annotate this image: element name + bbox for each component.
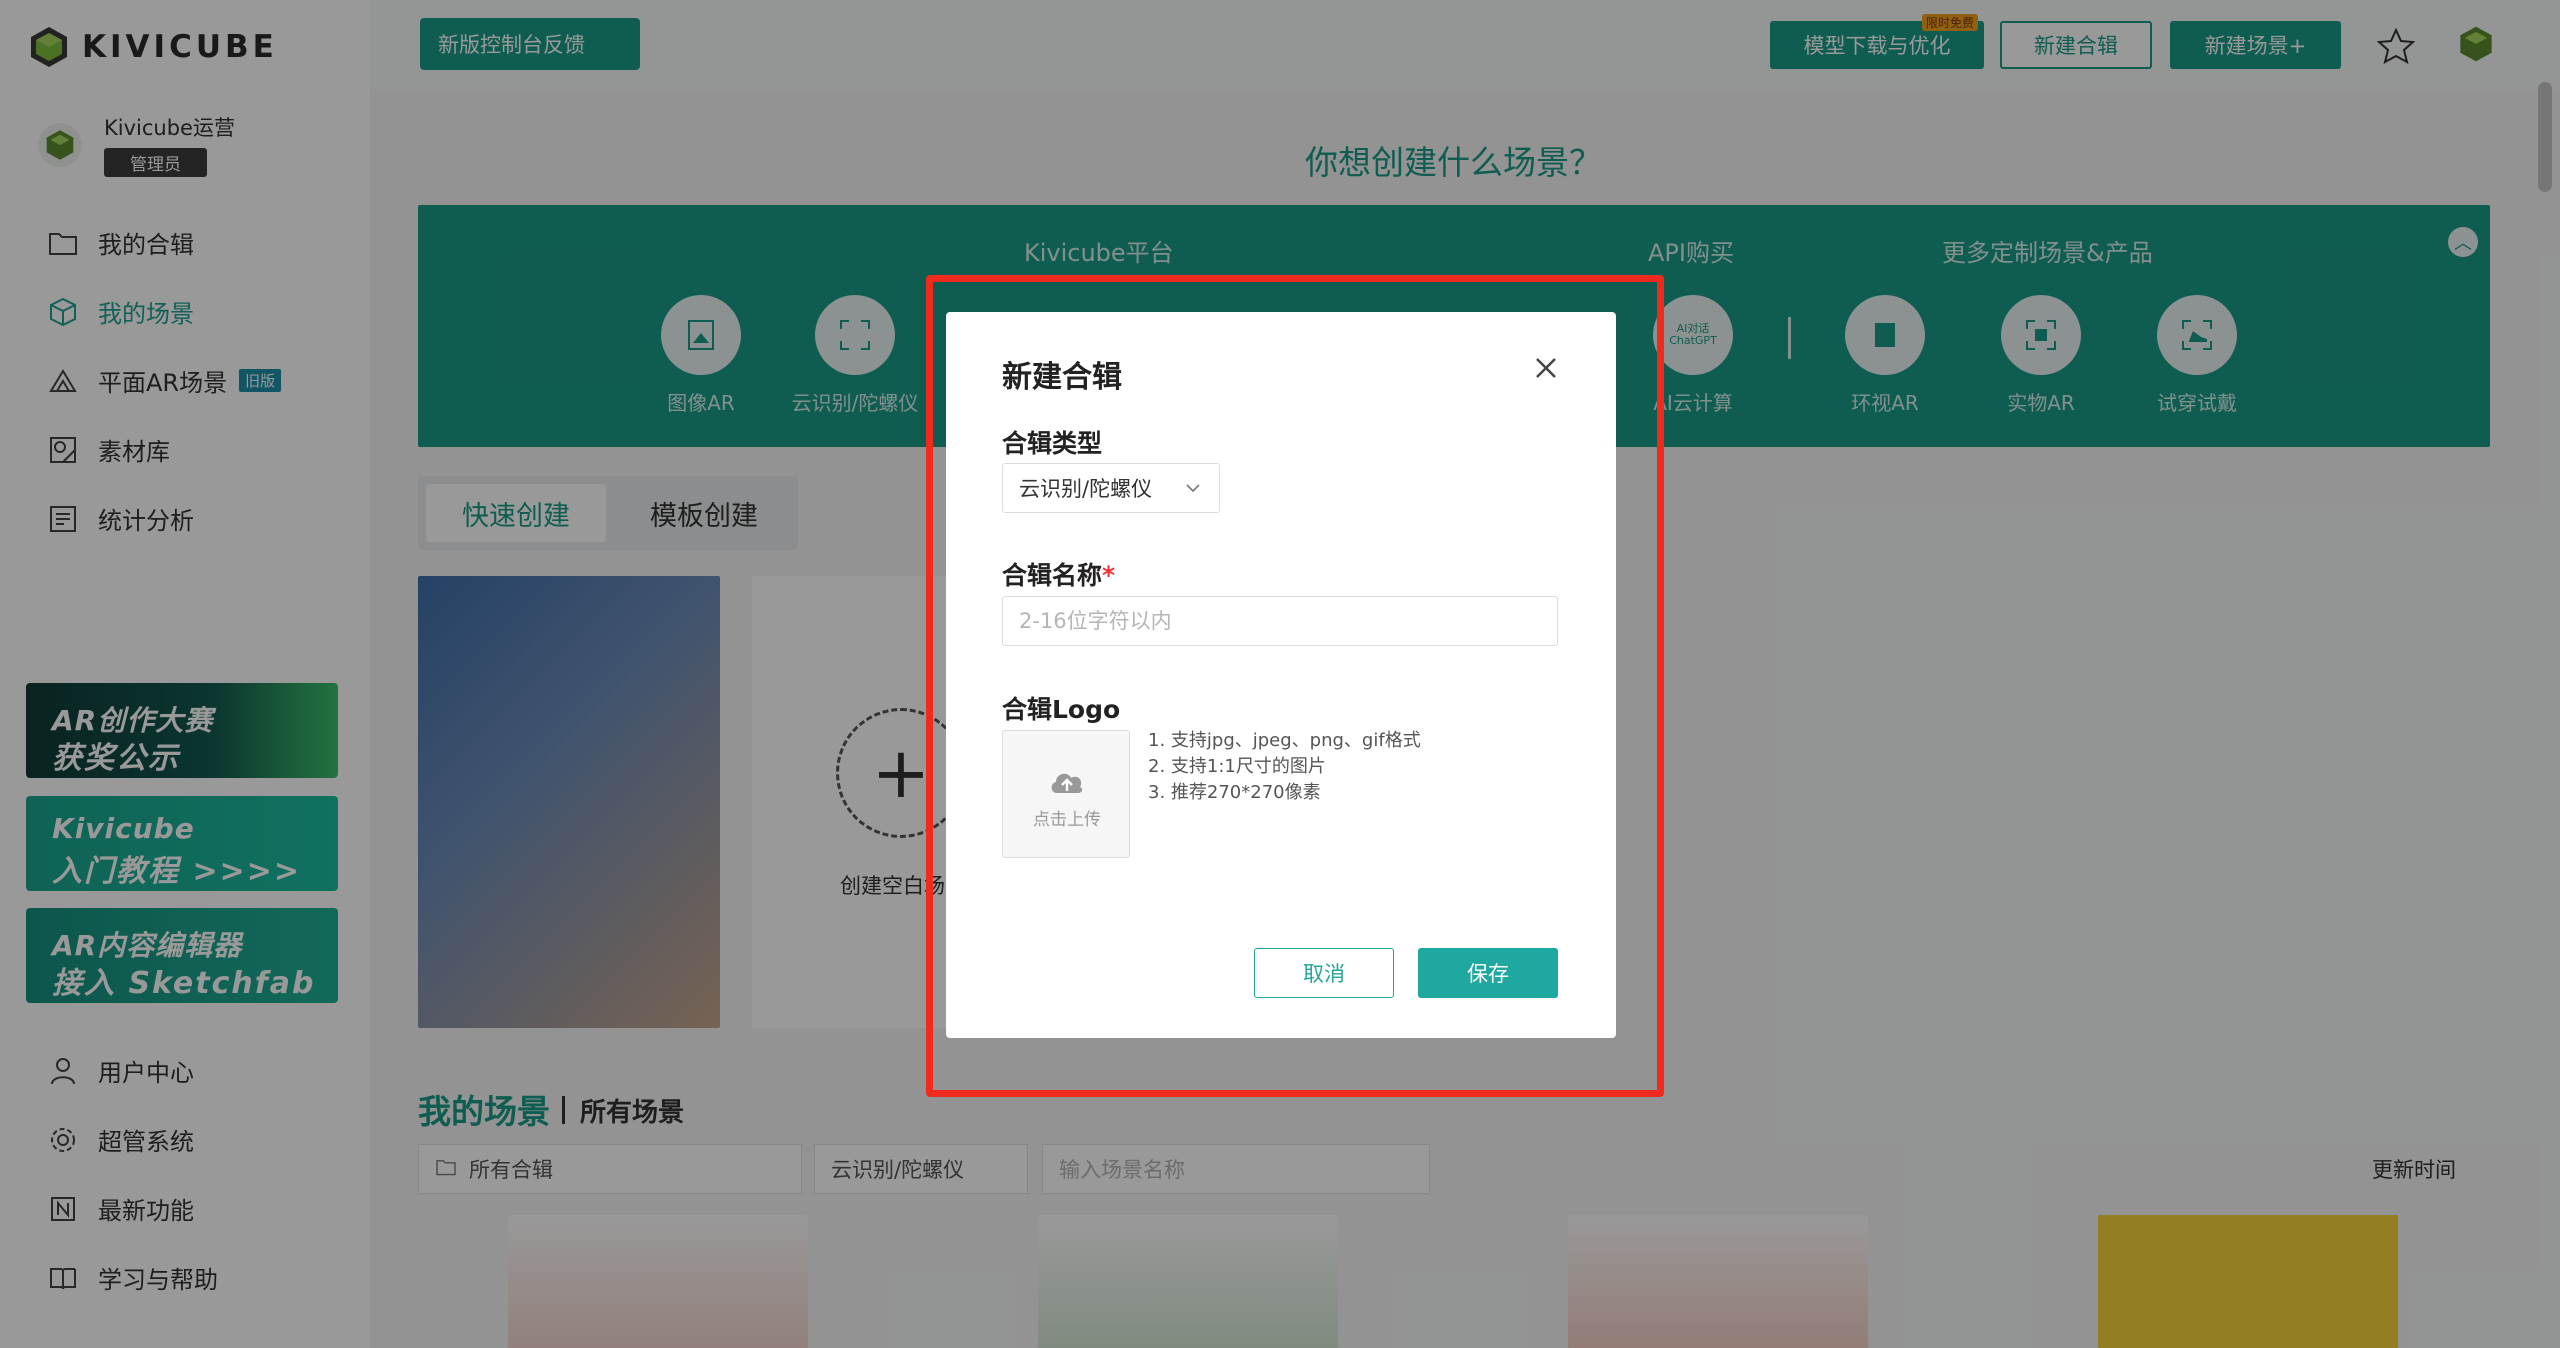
save-button[interactable]: 保存 [1418,948,1558,998]
cancel-button[interactable]: 取消 [1254,948,1394,998]
upload-label: 点击上传 [1033,810,1101,830]
type-label: 合辑类型 [1002,429,1103,458]
cloud-upload-icon [1051,773,1083,793]
name-label: 合辑名称* [1002,556,1115,592]
logo-upload[interactable]: 点击上传 [1002,730,1130,858]
new-collection-dialog: 新建合辑 合辑类型 云识别/陀螺仪 合辑名称* 合辑Logo 点击上传 1. 支… [946,312,1616,1038]
close-icon[interactable] [1532,354,1560,382]
name-label-text: 合辑名称 [1002,561,1103,590]
collection-type-select[interactable]: 云识别/陀螺仪 [1002,463,1220,513]
hint-line: 3. 推荐270*270像素 [1148,782,1321,803]
upload-hints: 1. 支持jpg、jpeg、png、gif格式 2. 支持1:1尺寸的图片 3.… [1148,728,1421,806]
chevron-down-icon [1186,484,1200,493]
required-mark: * [1102,561,1116,590]
logo-label: 合辑Logo [1002,695,1121,724]
select-value: 云识别/陀螺仪 [1019,477,1153,501]
hint-line: 2. 支持1:1尺寸的图片 [1148,756,1326,777]
collection-name-input[interactable] [1002,596,1558,646]
dialog-title: 新建合辑 [1002,360,1122,395]
hint-line: 1. 支持jpg、jpeg、png、gif格式 [1148,730,1421,751]
